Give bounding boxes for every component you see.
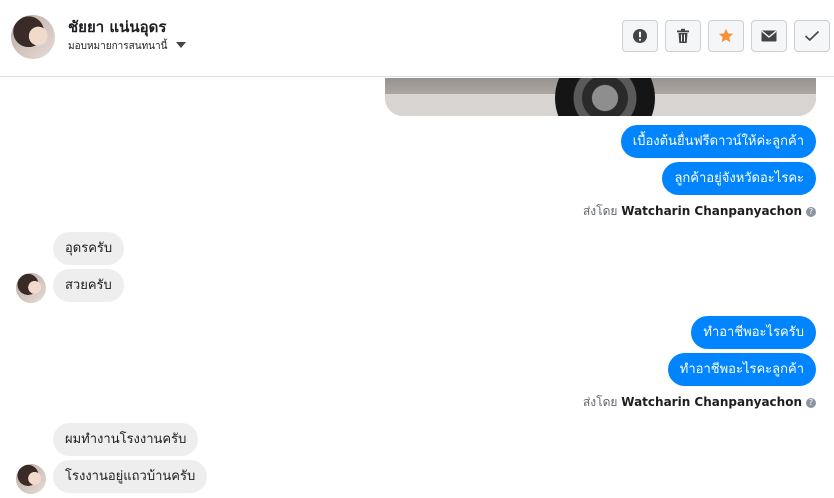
mark-spam-button[interactable] xyxy=(622,20,658,52)
sender-name[interactable]: Watcharin Chanpanyachon xyxy=(621,204,802,218)
question-circle-icon[interactable]: ? xyxy=(806,206,816,217)
outgoing-message[interactable]: ทำอาชีพอะไรครับ xyxy=(691,316,816,349)
incoming-message[interactable]: อุดรครับ xyxy=(53,232,125,265)
conversation-header: ชัยยา แน่นอุดร มอบหมายการสนทนานี้ xyxy=(0,0,834,77)
trash-icon xyxy=(677,28,689,43)
star-button[interactable] xyxy=(708,20,744,52)
email-button[interactable] xyxy=(751,20,787,52)
exclamation-circle-icon xyxy=(633,29,647,43)
outgoing-message[interactable]: ทำอาชีพอะไรคะลูกค้า xyxy=(667,353,816,386)
chevron-down-icon[interactable] xyxy=(176,42,186,48)
contact-avatar-small[interactable] xyxy=(16,273,46,303)
envelope-icon xyxy=(761,30,777,42)
question-circle-icon[interactable]: ? xyxy=(806,397,816,408)
outgoing-message[interactable]: ลูกค้าอยู่จังหวัดอะไรคะ xyxy=(662,162,816,195)
sent-by-prefix: ส่งโดย xyxy=(582,204,618,218)
contact-avatar-small[interactable] xyxy=(16,464,46,494)
message-thread[interactable]: เบื้องต้นยื่นฟรีดาวน์ให้ค่ะลูกค้า ลูกค้า… xyxy=(0,78,834,498)
sent-by-prefix: ส่งโดย xyxy=(582,395,618,409)
car-tire xyxy=(555,78,655,116)
delete-button[interactable] xyxy=(665,20,701,52)
assign-conversation-link[interactable]: มอบหมายการสนทนานี้ xyxy=(68,39,167,54)
car-photo-attachment[interactable] xyxy=(385,78,816,116)
outgoing-message[interactable]: เบื้องต้นยื่นฟรีดาวน์ให้ค่ะลูกค้า xyxy=(620,125,816,158)
sent-by-label: ส่งโดย Watcharin Chanpanyachon? xyxy=(583,393,816,412)
incoming-message[interactable]: สวยครับ xyxy=(53,269,124,302)
check-icon xyxy=(804,30,820,42)
incoming-message[interactable]: ผมทำงานโรงงานครับ xyxy=(53,423,199,456)
sent-by-label: ส่งโดย Watcharin Chanpanyachon? xyxy=(583,202,816,221)
sender-name[interactable]: Watcharin Chanpanyachon xyxy=(621,395,802,409)
incoming-message[interactable]: โรงงานอยู่แถวบ้านครับ xyxy=(53,460,208,493)
star-icon xyxy=(718,28,734,43)
contact-avatar[interactable] xyxy=(11,15,55,59)
mark-done-button[interactable] xyxy=(794,20,830,52)
contact-name[interactable]: ชัยยา แน่นอุดร xyxy=(68,15,166,39)
